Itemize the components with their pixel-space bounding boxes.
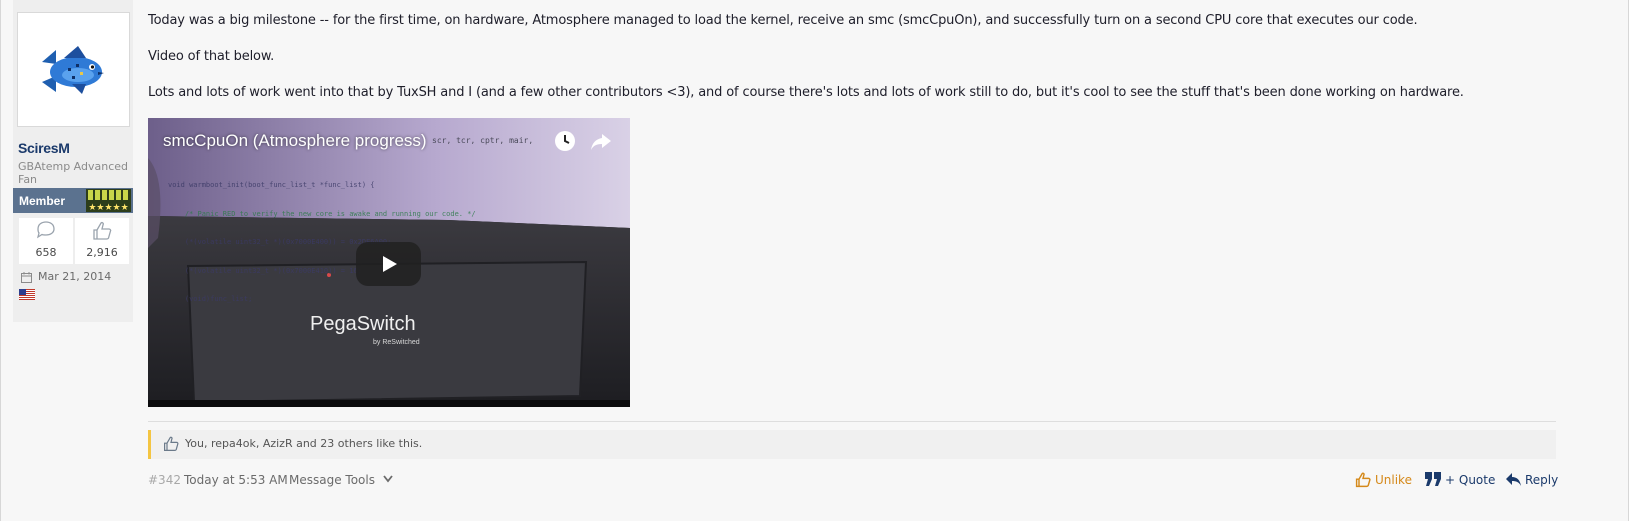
us-flag-icon xyxy=(19,289,35,300)
message-paragraph-1: Today was a big milestone -- for the fir… xyxy=(148,13,1418,28)
likes-summary: You, repa4ok, AzizR and 23 others like t… xyxy=(148,430,1556,459)
watch-later-icon[interactable] xyxy=(554,130,576,152)
svg-text:★★★★★: ★★★★★ xyxy=(88,203,128,212)
message-divider xyxy=(148,421,1556,422)
reply-arrow-icon xyxy=(1506,473,1521,486)
message-tools-menu[interactable]: Message Tools xyxy=(289,473,393,487)
likes-count-box[interactable]: 2,916 xyxy=(75,218,129,264)
message-count-box[interactable]: 658 xyxy=(19,218,73,264)
message-tools-label: Message Tools xyxy=(289,473,375,487)
unlike-label: Unlike xyxy=(1375,473,1412,487)
code-line: (*(volatile uint32_t *)(0x7000E410)) = 1… xyxy=(168,266,362,275)
play-icon xyxy=(382,256,397,272)
rank-label: Member xyxy=(19,194,66,208)
rank-banner: Member ★★★★★ xyxy=(13,188,133,213)
user-sidebar: SciresM GBAtemp Advanced Fan Member ★★★★… xyxy=(13,0,133,322)
likes-count: 2,916 xyxy=(86,246,118,259)
thumbs-up-icon xyxy=(93,221,112,240)
thumbs-up-icon xyxy=(164,436,179,451)
quote-icon xyxy=(1425,472,1441,486)
post-date[interactable]: Today at 5:53 AM xyxy=(184,473,288,487)
reply-button[interactable]: Reply xyxy=(1505,473,1558,487)
code-line: void warmboot_init(boot_func_list_t *fun… xyxy=(168,181,375,189)
chevron-down-icon xyxy=(383,475,393,483)
video-code-header: scr, tcr, cptr, mair, xyxy=(432,136,534,145)
video-watermark: PegaSwitch xyxy=(310,313,416,335)
reply-label: Reply xyxy=(1525,473,1559,487)
code-line: /* Panic RED to verify the new core is a… xyxy=(168,209,476,218)
message-paragraph-3: Lots and lots of work went into that by … xyxy=(148,85,1464,100)
video-code-overlay: void warmboot_init(boot_func_list_t *fun… xyxy=(168,162,476,324)
fish-avatar-image xyxy=(41,45,104,94)
avatar[interactable] xyxy=(17,12,130,127)
join-date-text: Mar 21, 2014 xyxy=(38,270,112,283)
rank-stars-icon: ★★★★★ xyxy=(86,189,131,212)
thumbs-up-icon xyxy=(1355,472,1371,488)
calendar-icon xyxy=(21,272,32,283)
user-title: GBAtemp Advanced Fan xyxy=(18,160,129,186)
message-post: SciresM GBAtemp Advanced Fan Member ★★★★… xyxy=(0,0,1629,521)
video-watermark-sub: by ReSwitched xyxy=(373,339,420,346)
video-title[interactable]: smcCpuOn (Atmosphere progress) xyxy=(163,131,427,151)
quote-button[interactable]: + Quote xyxy=(1425,472,1496,487)
play-button[interactable] xyxy=(356,242,421,286)
quote-label: + Quote xyxy=(1445,473,1496,487)
share-icon[interactable] xyxy=(590,132,612,152)
embedded-video[interactable]: void warmboot_init(boot_func_list_t *fun… xyxy=(148,118,630,407)
message-count: 658 xyxy=(35,246,57,259)
code-line: (void)func_list; xyxy=(168,295,253,303)
post-number-link[interactable]: #342 xyxy=(148,473,181,487)
unlike-button[interactable]: Unlike xyxy=(1355,472,1412,488)
likes-text[interactable]: You, repa4ok, AzizR and 23 others like t… xyxy=(185,437,422,450)
username-link[interactable]: SciresM xyxy=(18,140,70,156)
speech-bubble-icon xyxy=(36,221,55,239)
message-paragraph-2: Video of that below. xyxy=(148,49,275,64)
code-line: (*(volatile uint32_t *)(0x7000E400)) = 0… xyxy=(168,238,392,246)
